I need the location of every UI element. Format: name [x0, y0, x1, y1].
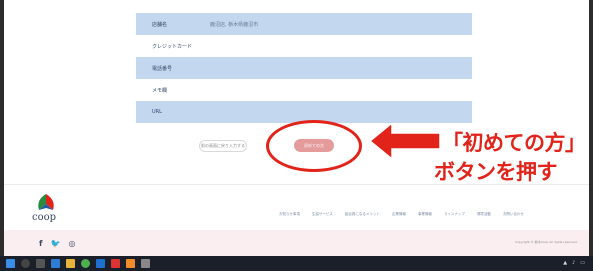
twitter-icon[interactable]: 🐦	[50, 239, 60, 248]
row-label: クレジットカード	[152, 43, 193, 50]
browser-page: 店舗名 鹿沼店, 栃木県鹿沼市 クレジットカード 電話番号 メモ欄 URL 前の…	[4, 0, 589, 256]
file-explorer-icon[interactable]	[66, 259, 75, 268]
back-button[interactable]: 前の画面に戻り入力する	[199, 140, 247, 152]
mail-icon[interactable]	[96, 259, 105, 268]
row-label: URL	[152, 109, 162, 115]
confirmation-table: 店舗名 鹿沼店, 栃木県鹿沼市 クレジットカード 電話番号 メモ欄 URL	[136, 13, 472, 123]
footer-link[interactable]: お知らせ事項	[279, 212, 300, 217]
footer-divider	[4, 184, 589, 185]
row-label: 店舗名	[152, 21, 168, 28]
footer-link[interactable]: お問い合わせ	[503, 212, 524, 217]
footer-band	[4, 230, 589, 256]
windows-start-icon[interactable]	[6, 259, 15, 268]
table-row: メモ欄	[136, 79, 472, 101]
app-icon[interactable]	[126, 259, 135, 268]
copyright-text: Copyright © 栃木Coop All rights reserved.	[515, 240, 578, 244]
table-row: 電話番号	[136, 57, 472, 79]
footer-link[interactable]: ラインナップ	[444, 212, 465, 217]
app-icon[interactable]	[111, 259, 120, 268]
footer-link[interactable]: 生協サービス	[312, 212, 333, 217]
notification-icon[interactable]: ▭	[580, 260, 585, 266]
app-icon[interactable]	[141, 259, 150, 268]
task-view-icon[interactable]	[36, 259, 45, 268]
footer-link[interactable]: 組合員になるメリット	[345, 212, 380, 217]
footer-nav: お知らせ事項 生協サービス 組合員になるメリット 企業情報 事業情報 ラインナッ…	[279, 212, 524, 217]
volume-icon[interactable]: ♪	[572, 260, 575, 266]
facebook-icon[interactable]: f	[39, 239, 42, 248]
network-icon[interactable]: ▲	[563, 260, 567, 266]
pointer-arrow-icon	[370, 123, 441, 159]
instagram-icon[interactable]: ◎	[68, 239, 75, 248]
edge-browser-icon[interactable]	[51, 259, 60, 268]
footer-link[interactable]: 企業情報	[392, 212, 406, 217]
row-value: 鹿沼店, 栃木県鹿沼市	[210, 21, 259, 28]
table-row: クレジットカード	[136, 35, 472, 57]
footer-link[interactable]: 事業情報	[418, 212, 432, 217]
row-label: メモ欄	[152, 87, 168, 94]
row-label: 電話番号	[152, 65, 173, 72]
social-links: f 🐦 ◎	[39, 239, 75, 248]
table-row: 店舗名 鹿沼店, 栃木県鹿沼市	[136, 13, 472, 35]
logo-wordmark: coop	[32, 212, 57, 223]
highlight-circle	[266, 120, 362, 172]
annotation-line-2: ボタンを押す	[434, 160, 558, 184]
search-icon[interactable]	[21, 259, 30, 268]
system-tray: ▲ ♪ ▭	[563, 260, 585, 266]
annotation-line-1: 「初めての方」	[442, 131, 586, 155]
chrome-icon[interactable]	[81, 259, 90, 268]
footer-link[interactable]: 環境活動	[477, 212, 491, 217]
screenshot-stage: 店舗名 鹿沼店, 栃木県鹿沼市 クレジットカード 電話番号 メモ欄 URL 前の…	[0, 0, 593, 271]
taskbar: ▲ ♪ ▭	[0, 256, 593, 271]
